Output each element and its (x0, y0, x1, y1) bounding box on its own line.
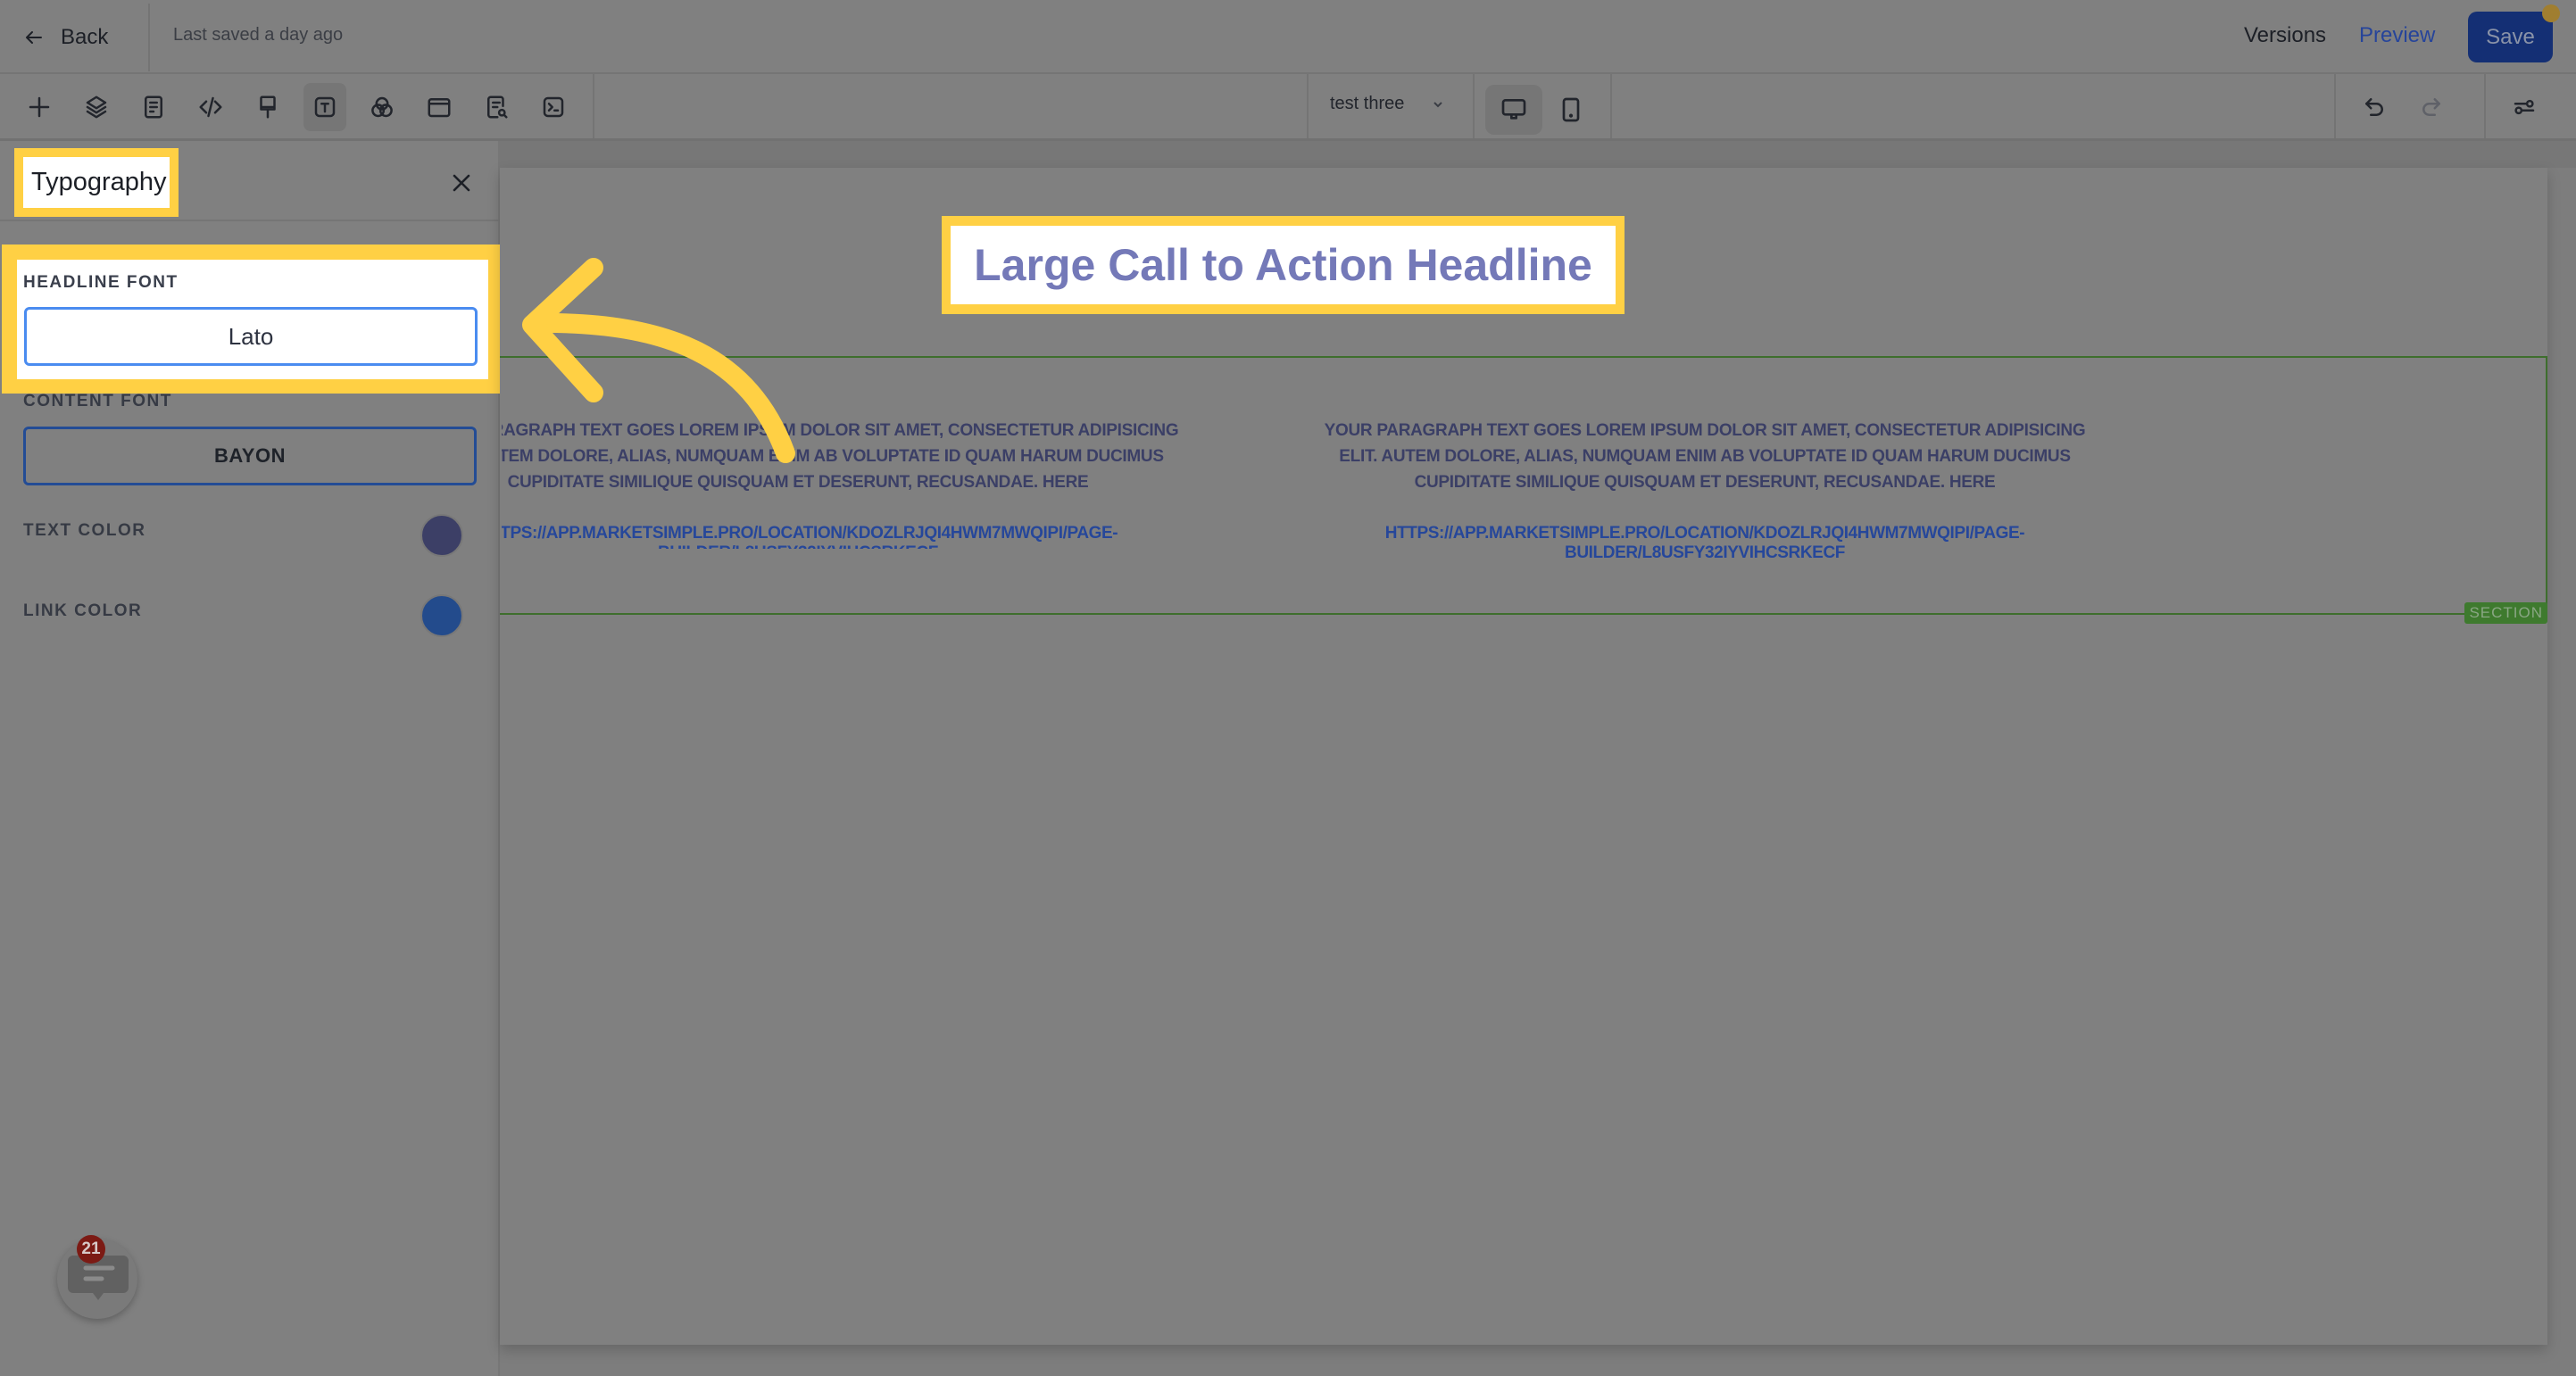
back-button[interactable]: Back (23, 21, 108, 54)
save-button[interactable]: Save (2468, 12, 2553, 62)
notification-badge: 21 (77, 1235, 105, 1264)
window-icon (428, 98, 451, 118)
sliders-icon (2514, 99, 2535, 115)
paragraph-link[interactable]: https://app.marketsimple.pro/location/kD… (502, 524, 1191, 549)
custom-code-button[interactable] (189, 83, 232, 131)
divider (2334, 74, 2336, 138)
document-search-icon (487, 95, 508, 119)
desktop-view-button[interactable] (1485, 85, 1542, 135)
styles-button[interactable] (246, 83, 289, 131)
terminal-icon (543, 96, 564, 118)
close-panel-button[interactable] (446, 168, 477, 198)
seo-button[interactable] (475, 83, 518, 131)
preview-button[interactable]: Preview (2359, 23, 2435, 48)
typography-button[interactable] (303, 83, 346, 131)
text-icon (314, 96, 336, 118)
divider (1610, 74, 1612, 138)
divider (2484, 74, 2486, 138)
top-bar: Back Last saved a day ago Versions Previ… (0, 0, 2576, 74)
divider (593, 74, 594, 138)
page-canvas (500, 168, 2547, 1345)
canvas-header-strip (500, 141, 2576, 168)
desktop-icon (1501, 99, 1526, 120)
versions-button[interactable]: Versions (2244, 23, 2326, 48)
mobile-icon (1562, 97, 1580, 122)
add-element-button[interactable] (18, 83, 61, 131)
content-font-label: CONTENT FONT (23, 392, 172, 410)
section-tag[interactable]: SECTION (2464, 602, 2547, 624)
arrow-left-icon (26, 31, 42, 44)
undo-button[interactable] (2353, 83, 2396, 131)
back-label: Back (61, 25, 109, 49)
headline-font-highlight: HEADLINE FONT Lato (2, 245, 502, 394)
paint-brush-icon (260, 95, 276, 119)
cta-headline[interactable]: Large Call to Action Headline (951, 226, 1616, 304)
document-icon (145, 95, 162, 119)
plus-icon (29, 96, 50, 118)
scripts-button[interactable] (532, 83, 575, 131)
unsaved-indicator (2542, 4, 2560, 22)
paragraph-text[interactable]: Your paragraph text goes lorem ipsum dol… (1312, 418, 2098, 495)
mobile-view-button[interactable] (1542, 85, 1600, 135)
undo-icon (2365, 98, 2383, 116)
page-select[interactable]: test three (1330, 94, 1445, 114)
divider (1307, 74, 1309, 138)
settings-button[interactable] (2503, 83, 2546, 131)
typography-panel: Typography HEADLINE FONT Lato CONTENT FO… (0, 141, 502, 1376)
headline-font-label: HEADLINE FONT (23, 273, 179, 292)
save-status: Last saved a day ago (173, 25, 344, 45)
text-color-label: TEXT COLOR (23, 521, 146, 540)
text-color-swatch[interactable] (420, 514, 463, 557)
page-select-value: test three (1330, 94, 1405, 113)
panel-header: Typography (0, 141, 500, 221)
chevron-down-icon (1433, 101, 1443, 107)
toolbar: test three (0, 74, 2576, 141)
column-1: Your paragraph text goes lorem ipsum dol… (502, 415, 1394, 549)
layers-button[interactable] (75, 83, 118, 131)
redo-icon (2422, 98, 2440, 116)
redo-button[interactable] (2410, 83, 2453, 131)
layout-button[interactable] (418, 83, 461, 131)
divider (1473, 74, 1475, 138)
paragraph-text[interactable]: Your paragraph text goes lorem ipsum dol… (502, 418, 1191, 495)
layers-icon (86, 95, 107, 119)
link-color-label: LINK COLOR (23, 601, 143, 620)
link-color-swatch[interactable] (420, 594, 463, 637)
divider (148, 4, 150, 71)
color-circles-icon (371, 96, 393, 118)
content-font-select[interactable]: BAYON (23, 427, 477, 485)
paragraph-link[interactable]: https://app.marketsimple.pro/location/kD… (1312, 524, 2098, 563)
close-icon (453, 174, 470, 192)
pages-button[interactable] (132, 83, 175, 131)
colors-button[interactable] (361, 83, 403, 131)
headline-highlight: Large Call to Action Headline (942, 216, 1625, 314)
panel-title: Typography (23, 157, 170, 208)
headline-font-select[interactable]: Lato (24, 307, 478, 366)
code-icon (199, 96, 222, 118)
panel-title-highlight: Typography (14, 148, 179, 217)
